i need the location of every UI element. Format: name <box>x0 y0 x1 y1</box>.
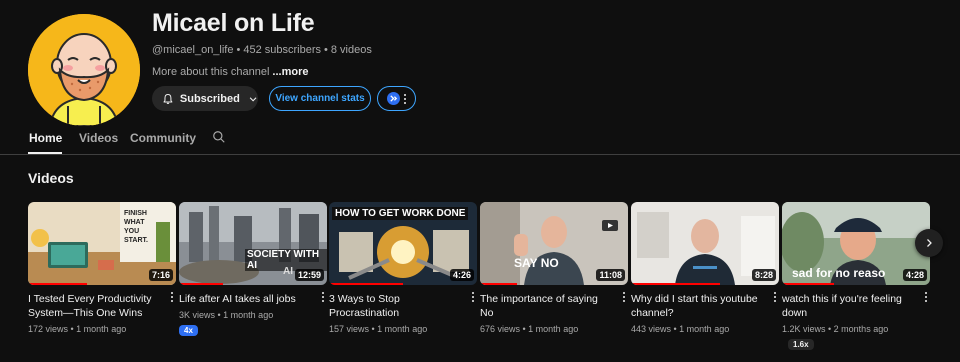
chevron-right-icon <box>927 239 932 247</box>
subscriber-count: 452 subscribers <box>243 44 322 56</box>
active-tab-indicator <box>28 152 62 154</box>
watch-progress-bar <box>329 283 403 285</box>
subscribed-button[interactable]: Subscribed <box>152 86 258 111</box>
meta-separator: • <box>236 44 241 56</box>
channel-handle: @micael_on_life <box>152 44 234 56</box>
tab-community[interactable]: Community <box>130 131 196 145</box>
video-meta: 3K views • 1 month ago <box>179 310 274 320</box>
video-thumbnail[interactable]: 8:28 <box>631 202 779 285</box>
more-vertical-icon[interactable] <box>773 292 777 302</box>
thumbnail-text: SAY NO <box>514 256 559 270</box>
video-title[interactable]: watch this if you're feeling down <box>782 292 914 320</box>
channel-meta: @micael_on_life • 452 subscribers • 8 videos <box>152 44 372 56</box>
video-duration: 12:59 <box>294 269 324 281</box>
more-vertical-icon <box>404 93 406 104</box>
video-meta: 676 views • 1 month ago <box>480 324 579 334</box>
channel-about[interactable]: More about this channel ...more <box>152 66 309 78</box>
more-link[interactable]: ...more <box>272 66 308 78</box>
video-duration: 11:08 <box>596 269 625 281</box>
video-duration: 4:26 <box>449 269 474 281</box>
video-meta: 172 views • 1 month ago <box>28 324 127 334</box>
next-button[interactable] <box>915 229 943 257</box>
tab-videos[interactable]: Videos <box>79 131 118 145</box>
video-thumbnail[interactable]: FINISH WHAT YOU START. 7:16 <box>28 202 176 285</box>
more-vertical-icon[interactable] <box>170 292 174 302</box>
video-thumbnail[interactable]: SOCIETY WITH AI AI 12:59 <box>179 202 327 285</box>
video-title[interactable]: 3 Ways to Stop Procrastination <box>329 292 461 320</box>
video-thumbnail[interactable]: HOW TO GET WORK DONE 4:26 <box>329 202 477 285</box>
thumbnail-text: sad for no reaso <box>792 266 886 280</box>
avatar-illustration <box>28 14 140 126</box>
watch-progress-bar <box>480 283 517 285</box>
thumbnail-text: AI <box>283 266 293 277</box>
more-vertical-icon[interactable] <box>924 292 928 302</box>
watch-progress-bar <box>782 283 834 285</box>
view-channel-stats-button[interactable]: View channel stats <box>269 86 371 111</box>
video-title[interactable]: The importance of saying No <box>480 292 612 320</box>
extension-glyph <box>390 95 398 102</box>
more-vertical-icon[interactable] <box>321 292 325 302</box>
video-thumbnail[interactable]: sad for no reaso 4:28 <box>782 202 930 285</box>
video-meta: 157 views • 1 month ago <box>329 324 428 334</box>
more-vertical-icon[interactable] <box>622 292 626 302</box>
thumbnail-text: HOW TO GET WORK DONE <box>332 207 469 220</box>
search-icon[interactable] <box>212 130 226 144</box>
thumbnail-text: FINISH WHAT YOU START. <box>124 210 148 244</box>
about-text: More about this channel <box>152 66 270 78</box>
extension-button[interactable] <box>377 86 416 111</box>
video-card[interactable]: SOCIETY WITH AI AI 12:59 Life after AI t… <box>179 202 327 338</box>
channel-avatar[interactable] <box>28 14 140 126</box>
tab-home[interactable]: Home <box>29 131 62 145</box>
subscribed-label: Subscribed <box>179 92 240 105</box>
chevron-down-icon <box>249 96 257 101</box>
meta-separator: • <box>324 44 328 56</box>
video-card[interactable]: sad for no reaso 4:28 watch this if you'… <box>782 202 930 352</box>
video-duration: 7:16 <box>148 269 173 281</box>
playback-speed-badge: 1.6x <box>788 339 814 350</box>
video-card[interactable]: SAY NO 11:08 The importance of saying No… <box>480 202 628 334</box>
more-vertical-icon[interactable] <box>471 292 475 302</box>
watch-progress-bar <box>631 283 720 285</box>
watch-progress-bar <box>179 283 224 285</box>
channel-tabs: Home Videos Community <box>0 120 960 155</box>
video-card[interactable]: FINISH WHAT YOU START. 7:16 I Tested Eve… <box>28 202 176 334</box>
video-duration: 8:28 <box>751 269 776 281</box>
channel-name: Micael on Life <box>152 9 315 37</box>
video-title[interactable]: Life after AI takes all jobs <box>179 292 311 306</box>
video-thumbnail[interactable]: SAY NO 11:08 <box>480 202 628 285</box>
video-title[interactable]: I Tested Every Productivity System—This … <box>28 292 160 320</box>
video-title[interactable]: Why did I start this youtube channel? <box>631 292 763 320</box>
video-meta: 443 views • 1 month ago <box>631 324 730 334</box>
video-card[interactable]: HOW TO GET WORK DONE 4:26 3 Ways to Stop… <box>329 202 477 334</box>
playback-speed-badge: 4x <box>179 325 198 336</box>
extension-icon <box>387 92 400 105</box>
video-duration: 4:28 <box>902 269 927 281</box>
bell-icon <box>163 93 173 104</box>
section-title[interactable]: Videos <box>28 170 74 186</box>
watch-progress-bar <box>28 283 88 285</box>
video-count: 8 videos <box>330 44 372 56</box>
video-meta: 1.2K views • 2 months ago <box>782 324 889 334</box>
video-card[interactable]: 8:28 Why did I start this youtube channe… <box>631 202 779 334</box>
